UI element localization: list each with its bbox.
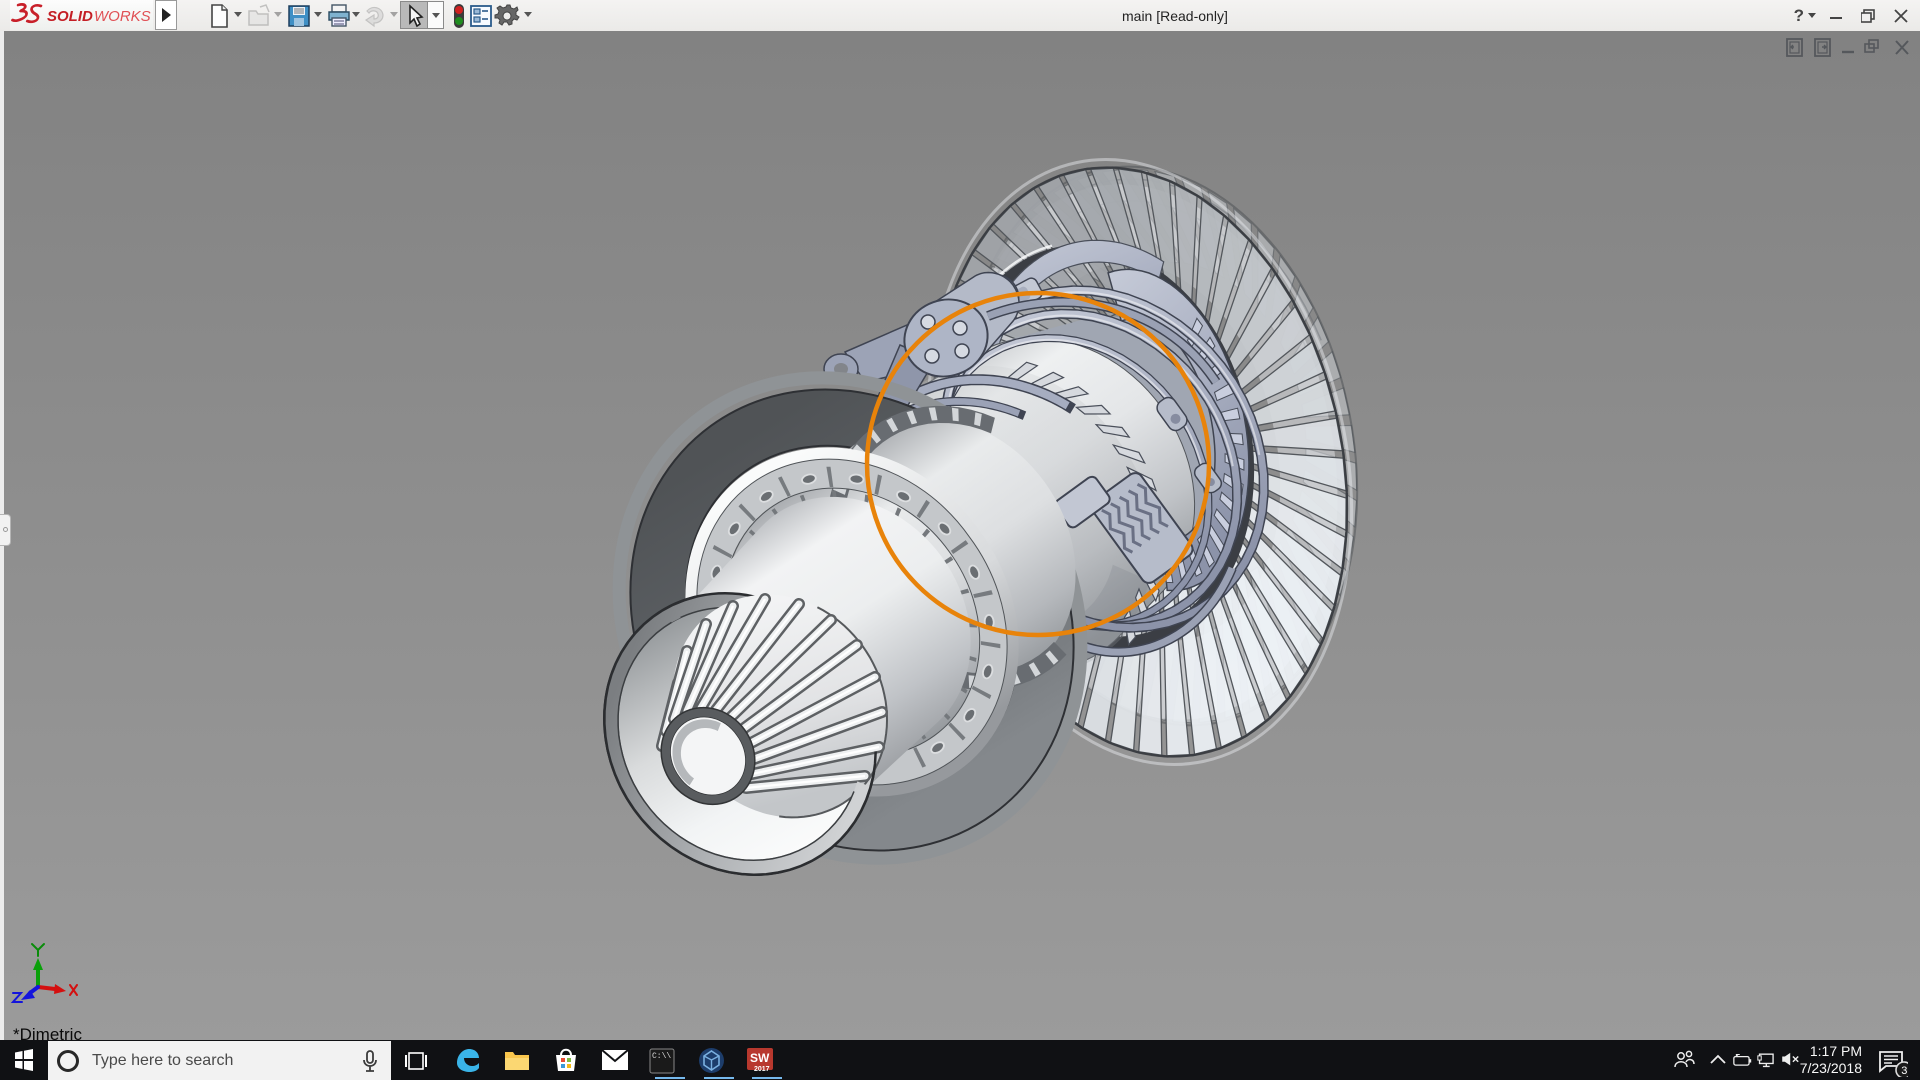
svg-text:C:\\: C:\\ xyxy=(652,1052,671,1061)
svg-text:WORKS: WORKS xyxy=(94,8,151,25)
svg-text:SOLID: SOLID xyxy=(47,8,93,25)
svg-text:3: 3 xyxy=(1901,1065,1907,1077)
svg-text:2017: 2017 xyxy=(754,1066,770,1073)
svg-text:SW: SW xyxy=(750,1051,770,1065)
